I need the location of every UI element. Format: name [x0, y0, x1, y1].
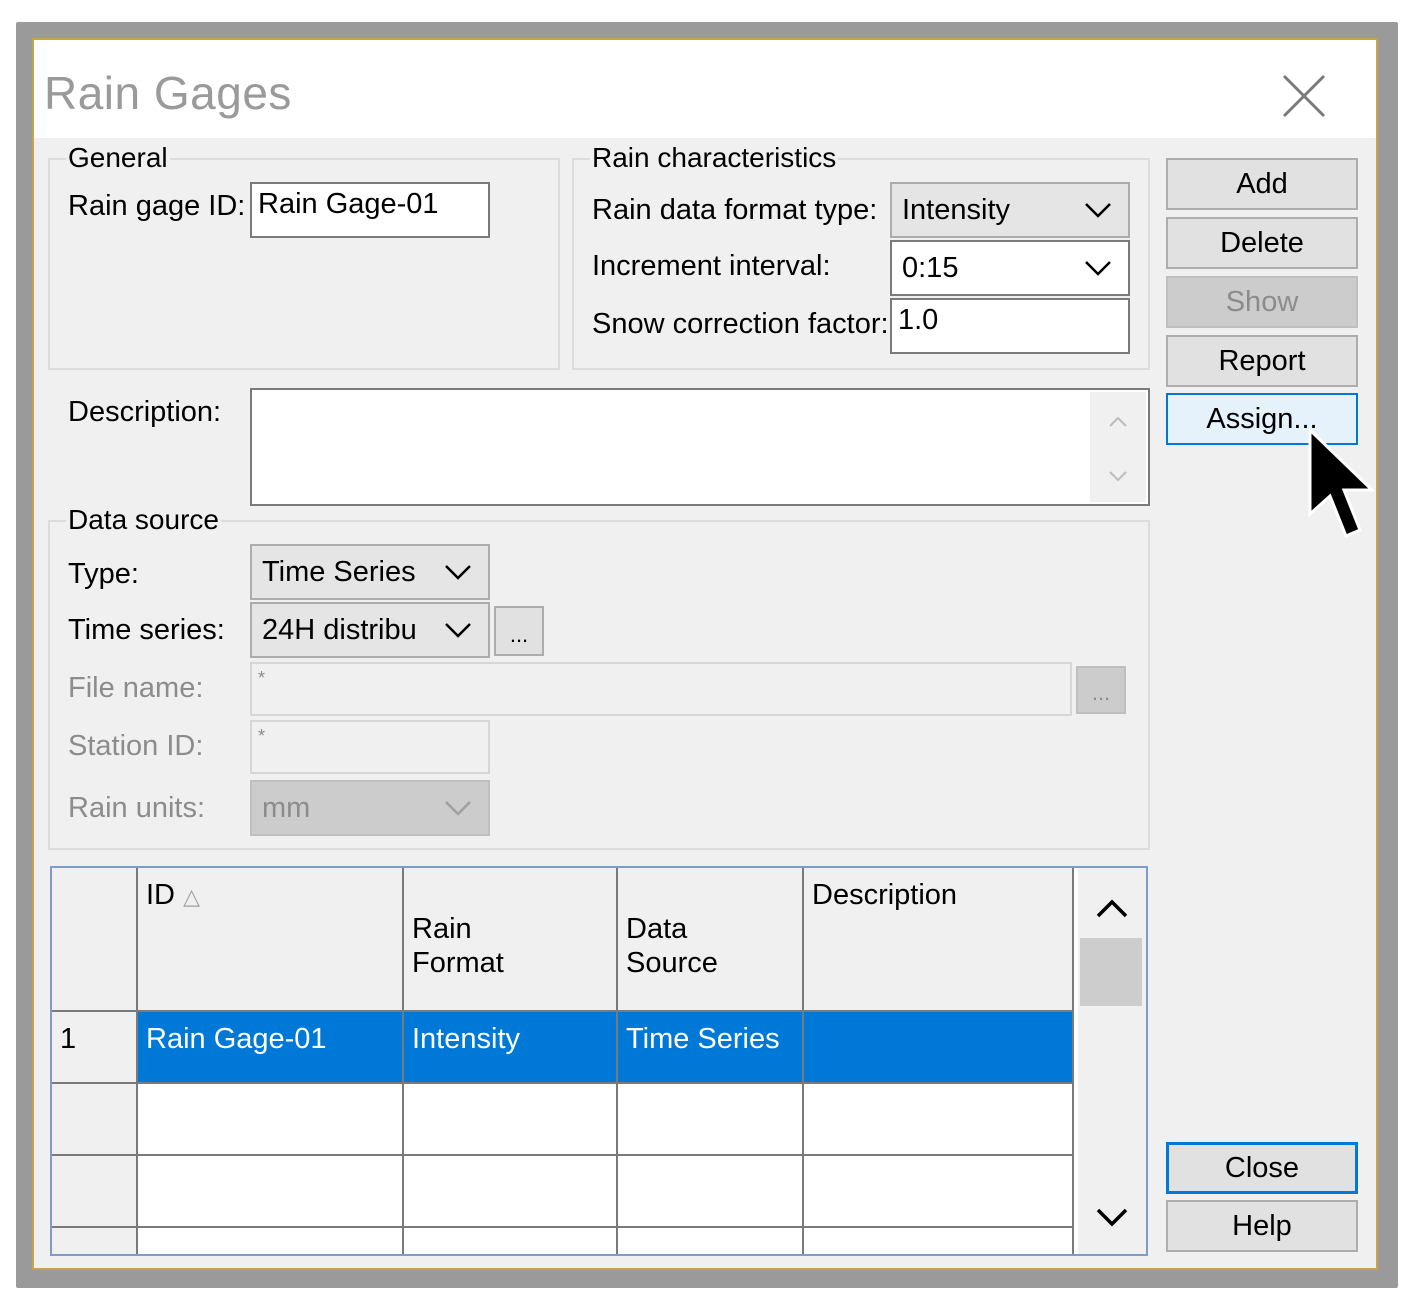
table-cell-empty[interactable] — [138, 1084, 404, 1156]
table-cell-empty[interactable] — [804, 1156, 1074, 1228]
help-button[interactable]: Help — [1166, 1200, 1358, 1252]
row-header-corner — [52, 868, 138, 1012]
table-cell-empty[interactable] — [404, 1228, 618, 1254]
chevron-down-icon — [1085, 261, 1111, 276]
increment-interval-dropdown[interactable]: 0:15 — [890, 240, 1130, 296]
file-name-field[interactable]: * — [250, 662, 1072, 716]
description-field[interactable] — [250, 388, 1150, 506]
data-source-legend: Data source — [66, 504, 221, 536]
time-series-browse-button[interactable]: ... — [494, 606, 544, 656]
table-cell-empty[interactable] — [138, 1228, 404, 1254]
table-cell-empty[interactable] — [618, 1084, 804, 1156]
snow-correction-field[interactable]: 1.0 — [890, 298, 1130, 354]
rain-units-value: mm — [262, 791, 311, 824]
table-scrollbar[interactable] — [1078, 868, 1146, 1254]
row-number[interactable]: 1 — [52, 1012, 138, 1084]
table-cell-empty[interactable] — [618, 1156, 804, 1228]
increment-interval-label: Increment interval: — [592, 250, 831, 282]
table-cell-format[interactable]: Intensity — [404, 1012, 618, 1084]
rain-format-label: Rain data format type: — [592, 194, 878, 226]
row-header-empty[interactable] — [52, 1156, 138, 1228]
delete-button[interactable]: Delete — [1166, 217, 1358, 269]
type-label: Type: — [68, 558, 139, 590]
chevron-down-icon — [445, 623, 471, 638]
rain-gages-table[interactable]: ID △ Rain Format Data Source Description… — [50, 866, 1148, 1256]
title-bar: Rain Gages — [34, 40, 1376, 138]
time-series-label: Time series: — [68, 614, 225, 646]
snow-correction-label: Snow correction factor: — [592, 308, 889, 340]
chevron-up-icon[interactable] — [1078, 888, 1146, 928]
column-header-rain-format[interactable]: Rain Format — [404, 868, 618, 1012]
table-cell-empty[interactable] — [804, 1228, 1074, 1254]
increment-interval-value: 0:15 — [902, 251, 959, 284]
description-scrollbar[interactable] — [1090, 392, 1146, 502]
station-id-field[interactable]: * — [250, 720, 490, 774]
column-header-description-label: Description — [812, 879, 958, 911]
table-cell-empty[interactable] — [404, 1156, 618, 1228]
rain-format-value: Intensity — [902, 193, 1010, 226]
scrollbar-thumb[interactable] — [1080, 938, 1142, 1006]
station-id-label: Station ID: — [68, 730, 204, 762]
close-button[interactable]: Close — [1166, 1142, 1358, 1194]
general-legend: General — [66, 142, 170, 174]
table-cell-empty[interactable] — [618, 1228, 804, 1254]
file-name-label: File name: — [68, 672, 204, 704]
table-cell-empty[interactable] — [404, 1084, 618, 1156]
column-header-data-source[interactable]: Data Source — [618, 868, 804, 1012]
sort-ascending-icon: △ — [183, 884, 200, 909]
row-header-empty[interactable] — [52, 1228, 138, 1254]
table-cell-source[interactable]: Time Series — [618, 1012, 804, 1084]
add-button[interactable]: Add — [1166, 158, 1358, 210]
time-series-value: 24H distribu — [262, 613, 417, 646]
description-label: Description: — [68, 396, 222, 428]
rain-units-label: Rain units: — [68, 792, 206, 824]
report-button[interactable]: Report — [1166, 335, 1358, 387]
chevron-down-icon — [445, 801, 471, 816]
dialog-title: Rain Gages — [44, 67, 292, 119]
rain-format-dropdown[interactable]: Intensity — [890, 182, 1130, 238]
chevron-down-icon[interactable] — [1090, 466, 1146, 486]
rain-units-dropdown[interactable]: mm — [250, 780, 490, 836]
close-icon[interactable] — [1274, 66, 1334, 126]
table-cell-empty[interactable] — [138, 1156, 404, 1228]
row-header-empty[interactable] — [52, 1084, 138, 1156]
column-header-description[interactable]: Description — [804, 868, 1074, 1012]
table-cell-empty[interactable] — [804, 1084, 1074, 1156]
chevron-down-icon[interactable] — [1078, 1198, 1146, 1238]
type-dropdown[interactable]: Time Series — [250, 544, 490, 600]
type-value: Time Series — [262, 555, 416, 588]
table-cell-description[interactable] — [804, 1012, 1074, 1084]
rain-characteristics-legend: Rain characteristics — [590, 142, 839, 174]
chevron-down-icon — [445, 565, 471, 580]
rain-gage-id-field[interactable]: Rain Gage-01 — [250, 182, 490, 238]
table-cell-id[interactable]: Rain Gage-01 — [138, 1012, 404, 1084]
file-name-browse-button[interactable]: ... — [1076, 666, 1126, 714]
column-header-rain-format-label: Rain Format — [412, 913, 504, 979]
column-header-id-label: ID — [146, 879, 175, 911]
column-header-data-source-label: Data Source — [626, 913, 718, 979]
mouse-pointer-icon — [1308, 428, 1376, 538]
rain-gages-dialog: Rain Gages General Rain gage ID: Rain Ga… — [32, 38, 1378, 1270]
show-button[interactable]: Show — [1166, 276, 1358, 328]
chevron-up-icon[interactable] — [1090, 412, 1146, 432]
column-header-id[interactable]: ID △ — [138, 868, 404, 1012]
time-series-dropdown[interactable]: 24H distribu — [250, 602, 490, 658]
rain-gage-id-label: Rain gage ID: — [68, 190, 246, 222]
chevron-down-icon — [1085, 203, 1111, 218]
